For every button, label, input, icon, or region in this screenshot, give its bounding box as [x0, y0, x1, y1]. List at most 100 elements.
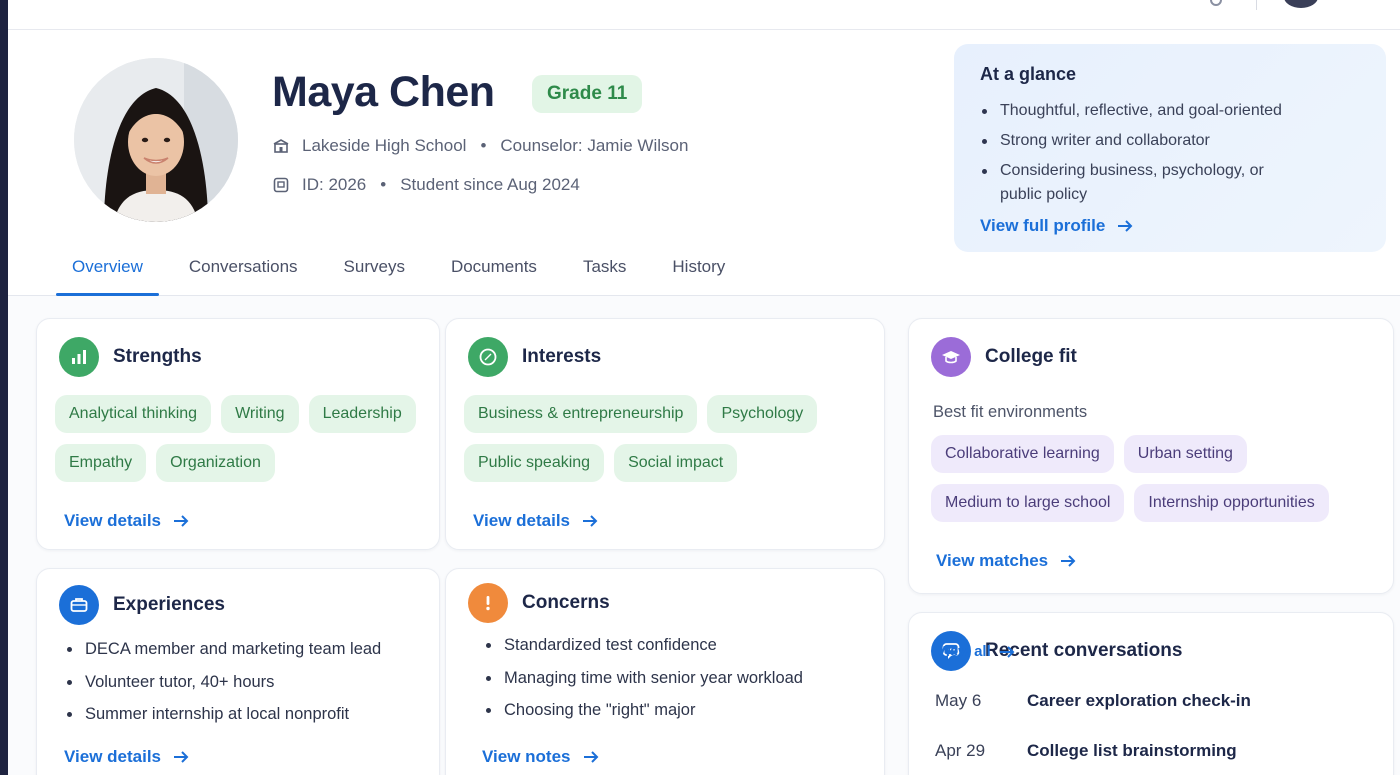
concerns-title: Concerns	[522, 592, 610, 613]
experiences-header: Experiences	[59, 585, 225, 625]
glance-title: At a glance	[980, 64, 1077, 84]
concern-item: Managing time with senior year workload	[486, 666, 803, 690]
college-fit-header: College fit	[931, 337, 1077, 377]
tab-history[interactable]: History	[656, 252, 741, 296]
view-notes-label: View notes	[482, 747, 571, 766]
meta-separator: •	[380, 175, 387, 194]
graduation-cap-icon	[931, 337, 971, 377]
arrow-right-icon	[1061, 555, 1076, 567]
tab-surveys[interactable]: Surveys	[328, 252, 421, 296]
view-details-label: View details	[64, 511, 162, 530]
experiences-view-details-link[interactable]: View details	[64, 747, 189, 767]
environment-chip: Urban setting	[1123, 435, 1247, 473]
environment-chip: Medium to large school	[931, 484, 1125, 522]
grade-badge: Grade 11	[532, 75, 643, 113]
view-full-profile-link[interactable]: View full profile	[980, 216, 1133, 236]
briefcase-icon	[59, 585, 99, 625]
glance-item: Thoughtful, reflective, and goal-oriente…	[980, 99, 1360, 123]
concerns-header: Concerns	[468, 583, 610, 623]
profile-tabs: Overview Conversations Surveys Documents…	[56, 252, 755, 296]
search-icon[interactable]	[1210, 0, 1222, 6]
arrow-right-icon	[174, 515, 189, 527]
top-bar	[8, 0, 1400, 30]
experiences-list: DECA member and marketing team lead Volu…	[67, 637, 381, 735]
strength-chip: Empathy	[55, 444, 147, 482]
interests-chips: Business & entrepreneurship Psychology P…	[464, 395, 874, 493]
left-rail	[0, 0, 8, 775]
view-notes-link[interactable]: View notes	[482, 747, 599, 767]
view-full-profile-label: View full profile	[980, 216, 1106, 235]
arrow-right-icon	[583, 515, 598, 527]
topbar-divider	[1256, 0, 1257, 10]
strengths-title: Strengths	[113, 346, 202, 367]
arrow-right-icon	[174, 751, 189, 763]
student-id: ID: 2026	[302, 175, 367, 194]
experience-item: Volunteer tutor, 40+ hours	[67, 670, 381, 694]
conversation-topic: Career exploration check-in	[1027, 691, 1251, 710]
concern-item: Choosing the "right" major	[486, 698, 803, 722]
strength-chip: Writing	[221, 395, 299, 433]
page: Maya Chen Grade 11 Lakeside High School …	[8, 0, 1400, 775]
student-since: Student since Aug 2024	[400, 175, 580, 194]
school-icon	[273, 139, 289, 153]
tab-conversations[interactable]: Conversations	[173, 252, 314, 296]
experience-item: Summer internship at local nonprofit	[67, 702, 381, 726]
arrow-right-icon	[1118, 220, 1133, 232]
recent-conversations-card: Recent conversations View all May 6 Care…	[908, 612, 1394, 775]
counselor-name: Counselor: Jamie Wilson	[500, 136, 689, 155]
experiences-card: Experiences DECA member and marketing te…	[36, 568, 440, 775]
interests-view-details-link[interactable]: View details	[473, 511, 598, 531]
interests-card: Interests Business & entrepreneurship Ps…	[445, 318, 885, 550]
concerns-card: Concerns Standardized test confidence Ma…	[445, 568, 885, 775]
conversation-topic: College list brainstorming	[1027, 741, 1237, 760]
interest-chip: Public speaking	[464, 444, 605, 482]
interests-title: Interests	[522, 346, 602, 367]
conversation-date: May 6	[935, 691, 982, 710]
arrow-right-icon	[999, 645, 1015, 658]
strengths-card: Strengths Analytical thinking Writing Le…	[36, 318, 440, 550]
meta-separator: •	[480, 136, 487, 155]
id-card-icon	[273, 177, 289, 193]
tab-documents[interactable]: Documents	[435, 252, 553, 296]
college-fit-subtitle: Best fit environments	[933, 403, 1088, 421]
interests-header: Interests	[468, 337, 601, 377]
at-a-glance-panel: At a glance Thoughtful, reflective, and …	[954, 44, 1386, 252]
view-details-label: View details	[473, 511, 571, 530]
strength-chip: Organization	[156, 444, 275, 482]
student-photo-illustration	[74, 58, 238, 222]
conversation-row[interactable]: Apr 29 College list brainstorming	[935, 741, 1237, 761]
glance-item: Strong writer and collaborator	[980, 129, 1360, 153]
view-all-label: View all	[936, 643, 991, 660]
profile-header: Maya Chen Grade 11 Lakeside High School …	[8, 30, 1400, 296]
interest-chip: Psychology	[707, 395, 818, 433]
glance-item: Considering business, psychology, or pub…	[980, 159, 1280, 207]
strength-chip: Leadership	[308, 395, 416, 433]
id-row: ID: 2026 • Student since Aug 2024	[272, 175, 580, 195]
concern-item: Standardized test confidence	[486, 633, 803, 657]
college-fit-chips: Collaborative learning Urban setting Med…	[931, 435, 1391, 533]
tab-tasks[interactable]: Tasks	[567, 252, 642, 296]
user-avatar[interactable]	[1284, 0, 1318, 8]
college-fit-card: College fit Best fit environments Collab…	[908, 318, 1394, 594]
concerns-list: Standardized test confidence Managing ti…	[486, 633, 803, 731]
strengths-header: Strengths	[59, 337, 202, 377]
strengths-view-details-link[interactable]: View details	[64, 511, 189, 531]
conversation-date: Apr 29	[935, 741, 986, 760]
interest-chip: Social impact	[614, 444, 738, 482]
tab-overview[interactable]: Overview	[56, 252, 159, 296]
school-row: Lakeside High School • Counselor: Jamie …	[272, 136, 688, 156]
environment-chip: Internship opportunities	[1134, 484, 1329, 522]
interest-chip: Business & entrepreneurship	[464, 395, 698, 433]
experiences-title: Experiences	[113, 594, 225, 615]
strengths-chips: Analytical thinking Writing Leadership E…	[55, 395, 435, 493]
compass-icon	[468, 337, 508, 377]
college-fit-title: College fit	[985, 346, 1077, 367]
exclamation-icon	[468, 583, 508, 623]
strength-chip: Analytical thinking	[55, 395, 212, 433]
conversation-row[interactable]: May 6 Career exploration check-in	[935, 691, 1251, 711]
view-matches-link[interactable]: View matches	[936, 551, 1076, 571]
student-photo	[74, 58, 238, 222]
arrow-right-icon	[583, 751, 598, 763]
view-all-conversations-link[interactable]: View all	[936, 643, 1379, 660]
school-name: Lakeside High School	[302, 136, 467, 155]
